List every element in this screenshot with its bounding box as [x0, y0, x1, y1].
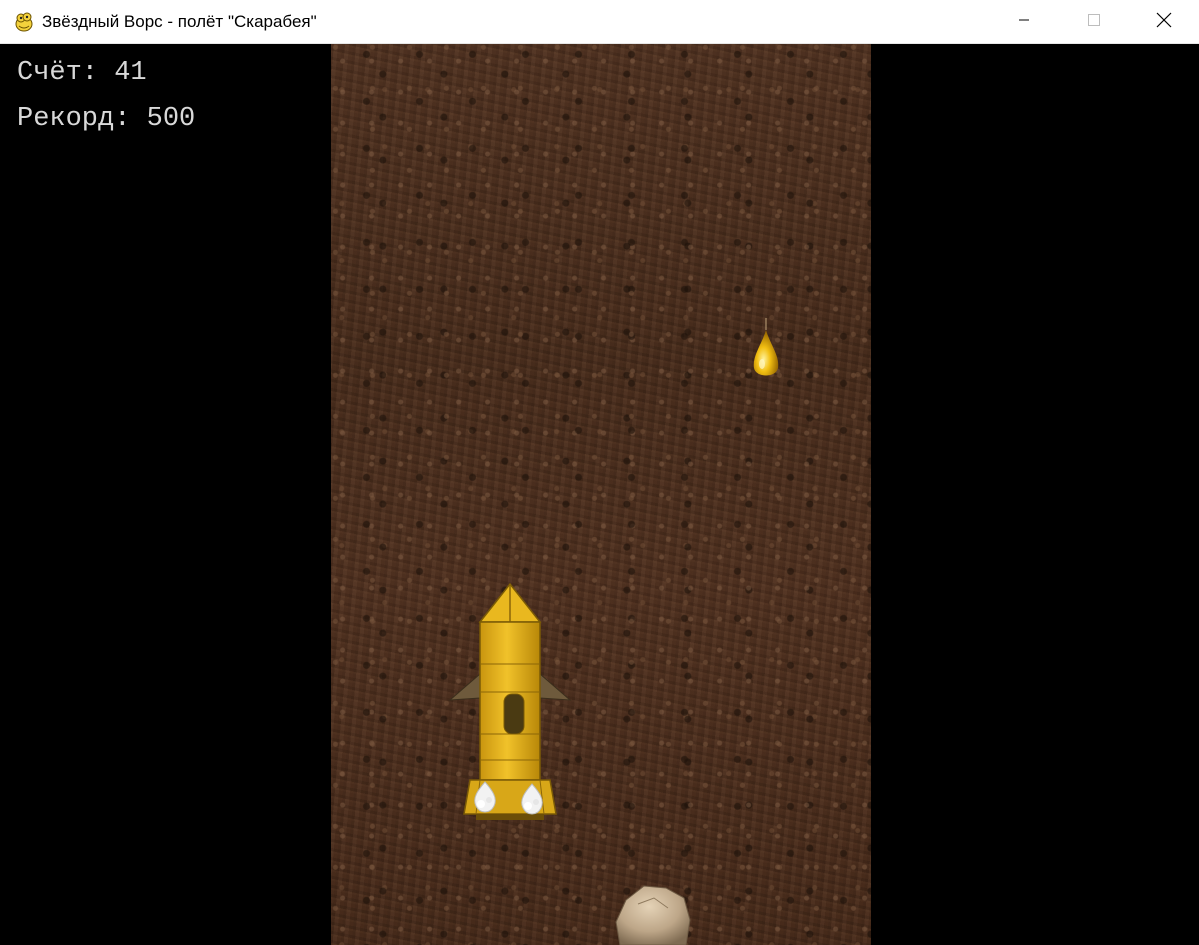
window-title: Звёздный Ворс - полёт "Скарабея": [42, 11, 317, 31]
minimize-button[interactable]: [989, 0, 1059, 44]
exhaust-left-icon: [470, 780, 500, 821]
minimize-icon: [1018, 13, 1030, 31]
maximize-icon: [1087, 13, 1101, 32]
rocket-ship-icon: [446, 582, 574, 827]
game-window: Звёздный Ворс - полёт "Скарабея" Счёт: 4…: [0, 0, 1199, 945]
record-display: Рекорд: 500: [17, 104, 195, 134]
exhaust-right-icon: [517, 782, 547, 823]
maximize-button[interactable]: [1059, 0, 1129, 44]
close-icon: [1156, 12, 1172, 33]
record-value: 500: [146, 104, 196, 134]
close-button[interactable]: [1129, 0, 1199, 44]
pygame-snake-icon: [12, 10, 36, 34]
game-canvas[interactable]: Счёт: 41 Рекорд: 500: [0, 44, 1199, 945]
score-value: 41: [114, 58, 147, 88]
title-bar[interactable]: Звёздный Ворс - полёт "Скарабея": [0, 0, 1199, 44]
dirt-play-field: [331, 44, 871, 945]
record-label: Рекорд:: [17, 104, 131, 134]
window-controls: [989, 0, 1199, 44]
score-display: Счёт: 41: [17, 58, 147, 88]
golden-drop-icon: [748, 316, 784, 389]
score-label: Счёт:: [17, 58, 99, 88]
rock-icon: [614, 882, 694, 945]
